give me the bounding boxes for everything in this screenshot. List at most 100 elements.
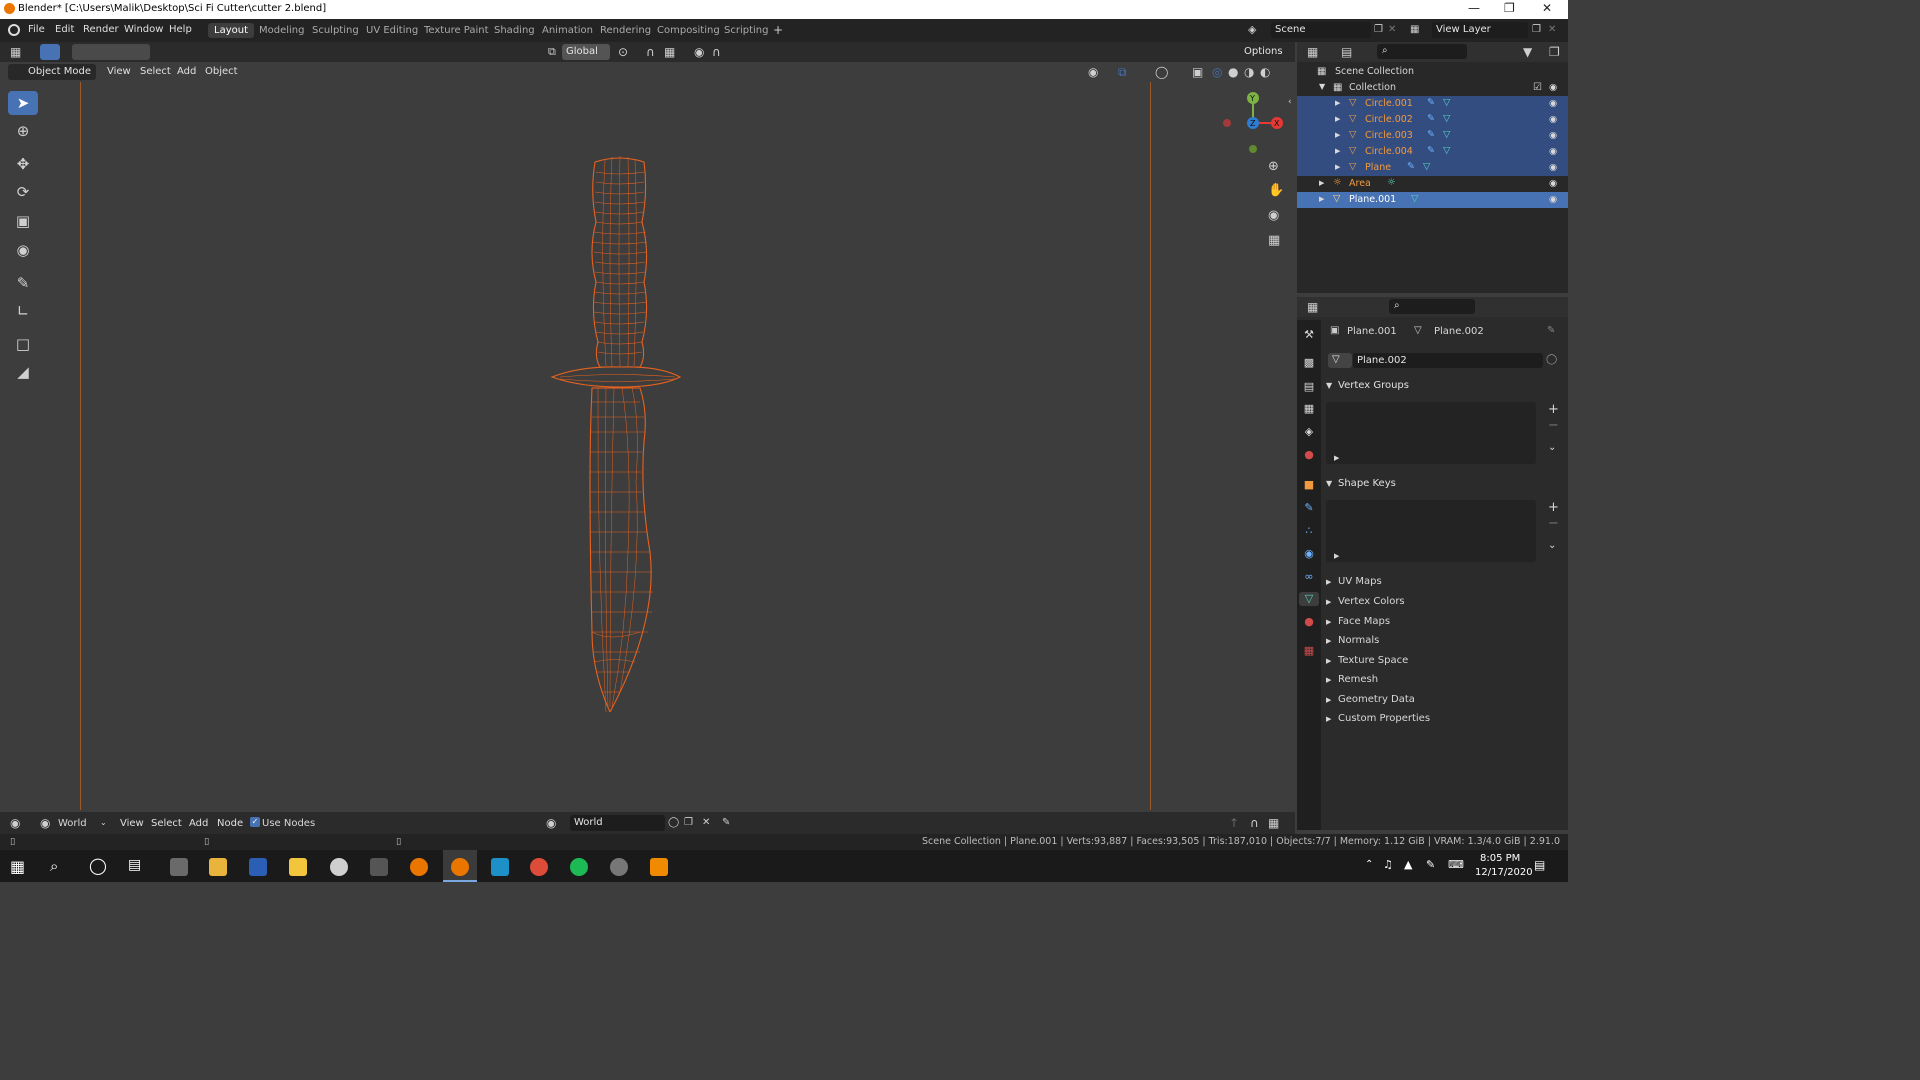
panel-shape-keys[interactable]: Shape Keys	[1338, 478, 1396, 489]
material-shading-icon[interactable]: ◑	[1244, 66, 1254, 78]
material-tab-icon[interactable]: ●	[1302, 615, 1316, 629]
add-workspace-icon[interactable]: +	[773, 24, 783, 36]
close-icon[interactable]: ✕	[1542, 1, 1552, 15]
outliner-search-input[interactable]: ⌕	[1377, 44, 1467, 59]
outliner-item[interactable]: ▶ ▽ Circle.002 ✎ ▽ ◉	[1297, 112, 1568, 128]
transform-icon[interactable]: ◉	[8, 238, 38, 262]
node-menu-add[interactable]: Add	[189, 818, 208, 829]
snap-target-icon[interactable]: ▦	[664, 46, 675, 58]
restore-icon[interactable]: ❐	[1504, 1, 1515, 15]
rendered-shading-icon[interactable]: ◐	[1260, 66, 1270, 78]
rotate-icon[interactable]: ⟳	[8, 180, 38, 204]
node-menu-node[interactable]: Node	[217, 818, 243, 829]
network-icon[interactable]: ▲	[1404, 858, 1412, 871]
select-box-icon[interactable]: ➤	[8, 91, 38, 115]
unlink-world-icon[interactable]: ✕	[702, 817, 710, 829]
tab-shading[interactable]: Shading	[488, 23, 541, 38]
blender-menu-icon[interactable]	[8, 24, 20, 36]
tab-rendering[interactable]: Rendering	[594, 23, 657, 38]
new-world-icon[interactable]: ❐	[684, 817, 693, 829]
physics-tab-icon[interactable]: ◉	[1302, 547, 1316, 561]
outliner-item[interactable]: ▶ ▽ Circle.004 ✎ ▽ ◉	[1297, 144, 1568, 160]
outliner-item[interactable]: ▶ ▽ Circle.001 ✎ ▽ ◉	[1297, 96, 1568, 112]
outliner-item[interactable]: ▶ ▽ Circle.003 ✎ ▽ ◉	[1297, 128, 1568, 144]
render-tab-icon[interactable]: ▩	[1302, 356, 1316, 370]
app-icon[interactable]	[170, 858, 188, 876]
measure-icon[interactable]: ∟	[8, 299, 38, 323]
editor-type-icon[interactable]: ▦	[10, 46, 21, 58]
world-icon[interactable]: ◉	[40, 817, 50, 829]
view-layer-icon[interactable]: ▦	[1410, 24, 1419, 36]
blender-icon[interactable]	[451, 858, 469, 876]
menu-help[interactable]: Help	[169, 24, 192, 35]
ortho-grid-icon[interactable]: ▦	[1268, 234, 1280, 247]
viewport-menu-view[interactable]: View	[107, 66, 131, 77]
tab-sculpting[interactable]: Sculpting	[306, 23, 365, 38]
sidebar-toggle-icon[interactable]: ‹	[1288, 96, 1292, 108]
task-view-icon[interactable]: ▤	[128, 857, 141, 873]
clock-date[interactable]: 12/17/2020	[1475, 867, 1533, 878]
pan-hand-icon[interactable]: ✋	[1268, 184, 1284, 197]
app-icon[interactable]	[610, 858, 628, 876]
world-name-field[interactable]: World	[570, 815, 665, 831]
scene-icon[interactable]: ◈	[1248, 24, 1256, 36]
gizmo-toggle-icon[interactable]: ⧉	[1118, 66, 1127, 78]
app-icon[interactable]	[491, 858, 509, 876]
new-scene-icon[interactable]: ❐	[1374, 24, 1383, 36]
particles-tab-icon[interactable]: ∴	[1302, 524, 1316, 538]
view-layer-tab-icon[interactable]: ▦	[1302, 402, 1316, 416]
camera-view-icon[interactable]: ◉	[1268, 209, 1279, 222]
add-vertex-group-icon[interactable]: +	[1548, 402, 1559, 417]
proportional-editing-icon[interactable]: ◉	[694, 46, 704, 58]
world-tab-icon[interactable]: ●	[1302, 448, 1316, 462]
cortana-icon[interactable]: ◯	[89, 856, 107, 875]
modifier-tab-icon[interactable]: ✎	[1302, 501, 1316, 515]
sticky-notes-icon[interactable]	[289, 858, 307, 876]
minimize-icon[interactable]: —	[1468, 1, 1480, 15]
node-menu-select[interactable]: Select	[151, 818, 182, 829]
datablock-browse-button[interactable]: ▽	[1328, 353, 1352, 368]
outliner-scene-collection[interactable]: ▦ Scene Collection	[1297, 64, 1568, 80]
blender-icon[interactable]	[410, 858, 428, 876]
outliner-collection[interactable]: ▼ ▦ Collection ☑ ◉	[1297, 80, 1568, 96]
pin-icon[interactable]: ✎	[722, 817, 730, 829]
transform-orientation-dropdown[interactable]: Global	[562, 44, 610, 60]
solid-shading-icon[interactable]: ●	[1228, 66, 1238, 78]
panel-remesh[interactable]: Remesh	[1338, 674, 1378, 685]
cursor-icon[interactable]: ⊕	[8, 119, 38, 143]
zoom-icon[interactable]: ⊕	[1268, 160, 1279, 173]
viewport-menu-select[interactable]: Select	[140, 66, 171, 77]
viewport-menu-add[interactable]: Add	[177, 66, 196, 77]
orientation-icon[interactable]: ⧉	[548, 46, 556, 58]
scene-tab-icon[interactable]: ◈	[1302, 425, 1316, 439]
move-icon[interactable]: ✥	[8, 152, 38, 176]
list-expand-icon[interactable]: ▶	[1334, 552, 1339, 560]
snap-icon[interactable]: ∩	[1250, 817, 1259, 829]
annotate-icon[interactable]: ✎	[8, 271, 38, 295]
panel-texture-space[interactable]: Texture Space	[1338, 655, 1408, 666]
parent-node-icon[interactable]: ↑	[1229, 817, 1239, 829]
filter-icon[interactable]: ▼	[1523, 46, 1532, 58]
app-icon[interactable]	[249, 858, 267, 876]
properties-search-input[interactable]: ⌕	[1389, 299, 1475, 314]
pin-icon[interactable]: ✎	[1547, 325, 1555, 336]
app-icon[interactable]	[330, 858, 348, 876]
spotify-icon[interactable]	[570, 858, 588, 876]
falloff-icon[interactable]: ∩	[712, 46, 721, 58]
keyboard-icon[interactable]: ⌨	[1448, 858, 1464, 871]
remove-vertex-group-icon[interactable]: −	[1548, 418, 1559, 433]
snap-icon[interactable]: ∩	[646, 46, 655, 58]
tab-uv-editing[interactable]: UV Editing	[360, 23, 424, 38]
shape-key-specials-icon[interactable]: ⌄	[1548, 540, 1556, 551]
texture-tab-icon[interactable]: ▦	[1302, 644, 1316, 658]
editor-type-icon[interactable]: ◉	[10, 817, 20, 829]
tab-scripting[interactable]: Scripting	[718, 23, 774, 38]
add-cube-icon[interactable]: □	[8, 332, 38, 356]
list-expand-icon[interactable]: ▶	[1334, 454, 1339, 462]
display-mode-icon[interactable]: ▤	[1341, 46, 1352, 58]
delete-scene-icon[interactable]: ✕	[1388, 24, 1396, 36]
pivot-icon[interactable]: ⊙	[618, 46, 628, 58]
xray-toggle-icon[interactable]: ▣	[1192, 66, 1203, 78]
mode-dropdown[interactable]: Object Mode	[8, 64, 96, 80]
shader-type-dropdown[interactable]: World	[58, 818, 87, 829]
